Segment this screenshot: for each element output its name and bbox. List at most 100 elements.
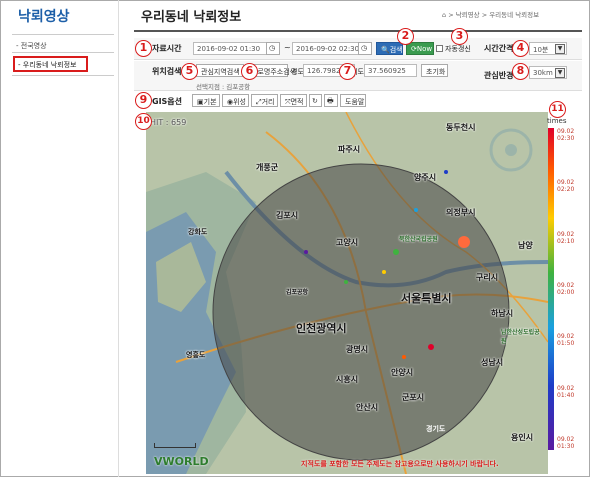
legend-tick-label: 09.02 02:10 (557, 230, 575, 245)
lightning-strike (414, 208, 418, 212)
sidebar-title: 낙뢰영상 (18, 9, 70, 25)
lightning-strike (304, 250, 308, 254)
place-label: 동두천시 (446, 123, 476, 132)
sidebar-divider (12, 52, 114, 53)
auto-refresh-checkbox[interactable] (436, 45, 443, 52)
range-tilde: ~ (284, 43, 291, 52)
lightning-map[interactable]: HIT : 659 동두천시 파주시 양주시 개풍군 의정부시 김포시 고양시 … (146, 112, 548, 474)
sidebar-item-local-lightning[interactable]: - 우리동네 낙뢰정보 (13, 56, 88, 72)
gis-label: GIS옵션 (152, 97, 183, 106)
selected-place-text: 선택지점 : 김포공항 (196, 83, 251, 91)
print-button[interactable]: 🖶 (324, 94, 338, 107)
legend-unit: times (547, 117, 567, 125)
radius-label: 관심반경 (484, 71, 514, 80)
place-label: 남한산성도립공원 (501, 329, 540, 345)
scale-bar (154, 443, 196, 448)
page-title: 우리동네 낙뢰정보 (141, 10, 242, 25)
place-label: 경기도 (426, 425, 446, 433)
title-underline (134, 30, 582, 32)
interval-label: 시간간격 (484, 44, 514, 53)
vertical-divider (118, 0, 119, 477)
sidebar-item-national[interactable]: - 전국영상 (16, 41, 47, 51)
marker-1: 1 (135, 40, 152, 57)
marker-10: 10 (135, 113, 152, 130)
place-label: 파주시 (338, 145, 361, 154)
place-label: 의정부시 (446, 208, 476, 217)
sidebar-divider (12, 34, 114, 35)
chevron-down-icon[interactable]: ▼ (555, 44, 565, 54)
breadcrumb[interactable]: ⌂ > 낙뢰영상 > 우리동네 낙뢰정보 (442, 9, 539, 19)
marker-7: 7 (339, 63, 356, 80)
place-label: 개풍군 (256, 163, 279, 172)
legend-tick-label: 09.02 02:00 (557, 282, 575, 296)
time-color-legend (548, 128, 554, 450)
legend-tick-label: 09.02 01:50 (557, 333, 575, 348)
marker-8: 8 (512, 63, 529, 80)
lightning-strike (393, 249, 399, 255)
clock-icon[interactable]: ◷ (266, 42, 280, 55)
place-label: 서울특별시 (401, 292, 452, 305)
place-label: 시흥시 (336, 375, 359, 384)
place-label: 인천광역시 (296, 322, 347, 335)
area-button[interactable]: ⤧면적 (280, 94, 307, 107)
place-label: 안산시 (356, 403, 379, 412)
region-search-tab[interactable]: 관심지역검색 (196, 64, 244, 77)
place-label: 북한산국립공원 (399, 236, 438, 243)
marker-9: 9 (135, 92, 152, 109)
place-label: 김포시 (276, 211, 299, 220)
place-label: 안양시 (391, 368, 414, 377)
vworld-logo: VWORLD (154, 455, 209, 468)
place-label: 광명시 (346, 345, 369, 354)
lightning-strike (344, 280, 348, 284)
auto-refresh-label: 자동갱신 (445, 45, 471, 53)
place-label: 용인시 (511, 433, 534, 442)
search-button[interactable]: 🔍검색 (376, 42, 403, 55)
place-label: 성남시 (481, 358, 504, 367)
legend-tick-label: 09.02 02:20 (557, 179, 575, 194)
place-label: 강화도 (188, 228, 208, 236)
sidebar: 낙뢰영상 - 전국영상 - 우리동네 낙뢰정보 (8, 0, 114, 477)
sidebar-divider (12, 75, 114, 76)
start-time-input[interactable]: 2016-09-02 01:30 (193, 42, 273, 55)
place-label: 양주시 (414, 173, 437, 182)
distance-button[interactable]: ⤢거리 (251, 94, 278, 107)
longitude-label: 경도 (291, 68, 304, 76)
latitude-input[interactable]: 37.560925 (364, 64, 417, 77)
marker-4: 4 (512, 40, 529, 57)
map-icon: ▣ (197, 98, 204, 106)
end-time-input[interactable]: 2016-09-02 02:30 (292, 42, 362, 55)
place-label: 남양 (518, 241, 533, 250)
period-label: 자료시간 (152, 44, 182, 53)
satellite-button[interactable]: ◉위성 (222, 94, 249, 107)
marker-2: 2 (397, 28, 414, 45)
legend-tick-label: 09.02 01:30 (557, 436, 575, 450)
place-label: 김포공항 (286, 289, 309, 296)
basic-map-button[interactable]: ▣기본 (192, 94, 220, 107)
map-disclaimer: 지적도를 포함한 모든 주제도는 참고용으로만 사용하시기 바랍니다. (301, 460, 499, 468)
clock-icon[interactable]: ◷ (358, 42, 372, 55)
marker-3: 3 (451, 28, 468, 45)
refresh-map-button[interactable]: ↻ (309, 94, 322, 107)
legend-tick-label: 09.02 01:40 (557, 384, 575, 399)
compass-icon (505, 144, 517, 156)
refresh-icon: ↻ (312, 97, 318, 105)
place-label: 영흥도 (186, 351, 206, 359)
place-label: 하남시 (491, 309, 514, 318)
search-icon: 🔍 (381, 46, 390, 54)
now-button[interactable]: ⟳Now (406, 42, 434, 55)
lightning-strike (444, 170, 448, 174)
place-label: 구리시 (476, 273, 499, 282)
lightning-strike (428, 344, 434, 350)
legend-tick-label: 09.02 02:30 (557, 128, 575, 142)
place-label: 고양시 (336, 238, 359, 247)
map-graphics (146, 112, 548, 474)
marker-5: 5 (181, 63, 198, 80)
place-label: 군포시 (402, 393, 425, 402)
lightning-strike (458, 236, 470, 248)
hit-count: HIT : 659 (150, 118, 187, 127)
help-button[interactable]: 도움말 (340, 94, 366, 107)
chevron-down-icon[interactable]: ▼ (555, 68, 565, 78)
location-label: 위치검색 (152, 67, 182, 76)
reset-button[interactable]: 초기화 (421, 64, 448, 77)
lightning-strike (382, 270, 386, 274)
